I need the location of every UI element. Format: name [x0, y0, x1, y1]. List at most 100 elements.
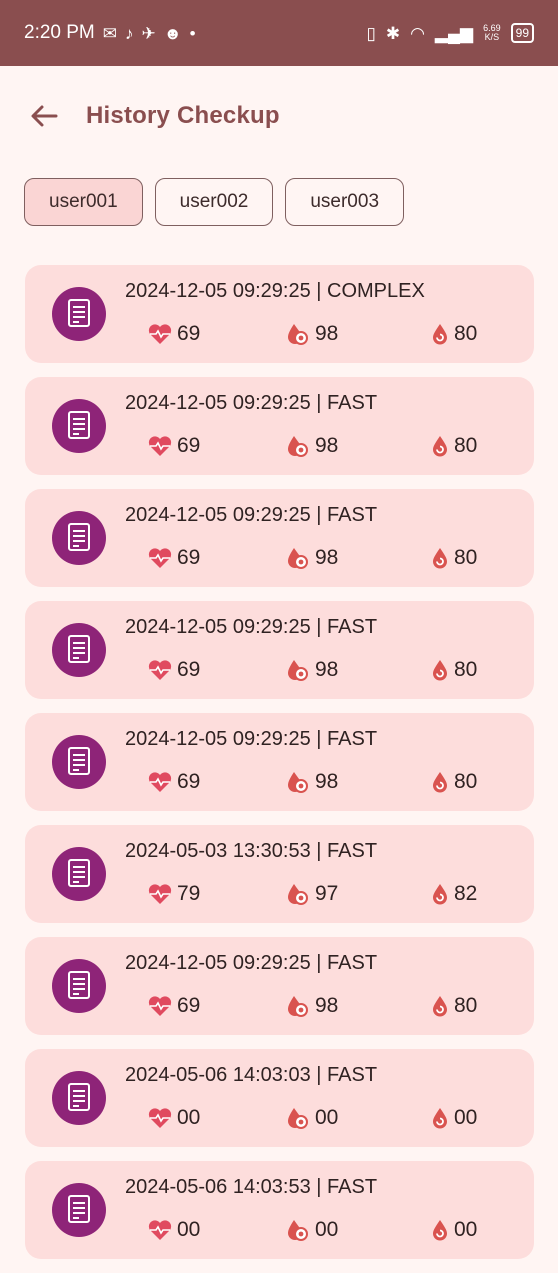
spo2-value: 00 — [315, 1106, 339, 1129]
document-icon — [52, 1183, 106, 1237]
user-chip-user003[interactable]: user003 — [285, 178, 405, 226]
heart-rate-metric: 69 — [147, 434, 200, 458]
blood-pressure-metric: 80 — [430, 434, 477, 458]
blood-pressure-value: 80 — [454, 994, 478, 1017]
spo2-metric: 00 — [285, 1218, 338, 1242]
heart-rate-metric: 69 — [147, 658, 200, 682]
heart-pulse-icon — [148, 1108, 172, 1128]
heart-rate-metric: 00 — [147, 1106, 200, 1130]
oxygen-drop-icon — [288, 660, 308, 681]
oxygen-drop-icon — [288, 996, 308, 1017]
blood-pressure-value: 80 — [454, 546, 478, 569]
history-record-card[interactable]: 2024-12-05 09:29:25 | FAST 69 98 80 — [25, 377, 534, 475]
record-title: 2024-12-05 09:29:25 | FAST — [125, 392, 378, 414]
history-record-card[interactable]: 2024-12-05 09:29:25 | FAST 69 98 80 — [25, 601, 534, 699]
arrow-left-icon — [31, 105, 58, 127]
blood-pressure-metric: 80 — [430, 770, 477, 794]
oxygen-drop-icon — [288, 884, 308, 905]
history-record-card[interactable]: 2024-12-05 09:29:25 | FAST 69 98 80 — [25, 937, 534, 1035]
blood-pressure-value: 80 — [454, 322, 478, 345]
blood-pressure-value: 80 — [454, 658, 478, 681]
heart-pulse-icon — [148, 436, 172, 456]
spo2-value: 97 — [315, 882, 339, 905]
oxygen-drop-icon — [288, 1108, 308, 1129]
heart-pulse-icon — [148, 884, 172, 904]
spo2-value: 00 — [315, 1218, 339, 1241]
heart-rate-metric: 00 — [147, 1218, 200, 1242]
blood-pressure-value: 80 — [454, 434, 478, 457]
blood-drop-icon — [433, 660, 447, 681]
history-record-card[interactable]: 2024-05-06 14:03:03 | FAST 00 00 00 — [25, 1049, 534, 1147]
user-chip-user002[interactable]: user002 — [154, 178, 274, 226]
spo2-metric: 00 — [285, 1106, 338, 1130]
status-left: 2:20 PM ✉ ♪ ✈ ☻ • — [24, 22, 196, 44]
record-title: 2024-12-05 09:29:25 | COMPLEX — [125, 280, 425, 302]
heart-pulse-icon — [148, 660, 172, 680]
heart-rate-value: 69 — [177, 658, 201, 681]
blood-pressure-value: 00 — [454, 1218, 478, 1241]
page-title: History Checkup — [86, 102, 280, 129]
blood-drop-icon — [433, 884, 447, 905]
spo2-metric: 98 — [285, 770, 338, 794]
signal-icon: ▂▄▆ — [434, 23, 474, 43]
dot-icon: • — [189, 23, 196, 43]
spo2-metric: 98 — [285, 322, 338, 346]
blood-pressure-metric: 80 — [430, 322, 477, 346]
blood-pressure-value: 82 — [454, 882, 478, 905]
document-icon — [52, 399, 106, 453]
oxygen-drop-icon — [288, 324, 308, 345]
status-time: 2:20 PM — [24, 22, 95, 43]
heart-pulse-icon — [148, 996, 172, 1016]
record-title: 2024-12-05 09:29:25 | FAST — [125, 504, 378, 526]
heart-rate-value: 69 — [177, 994, 201, 1017]
history-record-card[interactable]: 2024-05-03 13:30:53 | FAST 79 97 82 — [25, 825, 534, 923]
blood-pressure-metric: 00 — [430, 1106, 477, 1130]
spo2-value: 98 — [315, 434, 339, 457]
spo2-metric: 98 — [285, 658, 338, 682]
history-record-card[interactable]: 2024-12-05 09:29:25 | FAST 69 98 80 — [25, 489, 534, 587]
spo2-metric: 98 — [285, 994, 338, 1018]
heart-rate-value: 79 — [177, 882, 201, 905]
oxygen-drop-icon — [288, 1220, 308, 1241]
spo2-metric: 98 — [285, 546, 338, 570]
blood-drop-icon — [433, 996, 447, 1017]
record-title: 2024-05-06 14:03:03 | FAST — [125, 1064, 378, 1086]
status-bar: 2:20 PM ✉ ♪ ✈ ☻ • ▯ ✱ ◠ ▂▄▆ 6.69 K/S 99 — [0, 0, 558, 66]
blood-pressure-metric: 80 — [430, 546, 477, 570]
heart-rate-value: 00 — [177, 1218, 201, 1241]
user-filter-chips: user001 user002 user003 — [24, 178, 405, 226]
blood-pressure-metric: 80 — [430, 994, 477, 1018]
record-title: 2024-05-03 13:30:53 | FAST — [125, 840, 378, 862]
history-record-card[interactable]: 2024-05-06 14:03:53 | FAST 00 00 00 — [25, 1161, 534, 1259]
spo2-metric: 97 — [285, 882, 338, 906]
heart-pulse-icon — [148, 548, 172, 568]
document-icon — [52, 287, 106, 341]
blood-pressure-metric: 80 — [430, 658, 477, 682]
heart-rate-value: 00 — [177, 1106, 201, 1129]
wifi-icon: ◠ — [410, 23, 425, 43]
bird-icon: ✈ — [141, 23, 156, 43]
spo2-metric: 98 — [285, 434, 338, 458]
oxygen-drop-icon — [288, 548, 308, 569]
record-title: 2024-12-05 09:29:25 | FAST — [125, 728, 378, 750]
oxygen-drop-icon — [288, 772, 308, 793]
gmail-icon: ✉ — [102, 23, 118, 43]
heart-rate-metric: 69 — [147, 994, 200, 1018]
heart-rate-metric: 69 — [147, 770, 200, 794]
spo2-value: 98 — [315, 994, 339, 1017]
tiktok-icon: ♪ — [125, 23, 134, 43]
blood-drop-icon — [433, 772, 447, 793]
history-record-card[interactable]: 2024-12-05 09:29:25 | COMPLEX 69 98 80 — [25, 265, 534, 363]
blood-pressure-metric: 82 — [430, 882, 477, 906]
back-button[interactable] — [24, 96, 64, 136]
spo2-value: 98 — [315, 322, 339, 345]
record-title: 2024-05-06 14:03:53 | FAST — [125, 1176, 378, 1198]
oxygen-drop-icon — [288, 436, 308, 457]
heart-rate-value: 69 — [177, 434, 201, 457]
document-icon — [52, 1071, 106, 1125]
history-record-card[interactable]: 2024-12-05 09:29:25 | FAST 69 98 80 — [25, 713, 534, 811]
user-chip-user001[interactable]: user001 — [24, 178, 143, 226]
blood-drop-icon — [433, 1108, 447, 1129]
record-title: 2024-12-05 09:29:25 | FAST — [125, 616, 378, 638]
robot-icon: ☻ — [163, 23, 182, 43]
